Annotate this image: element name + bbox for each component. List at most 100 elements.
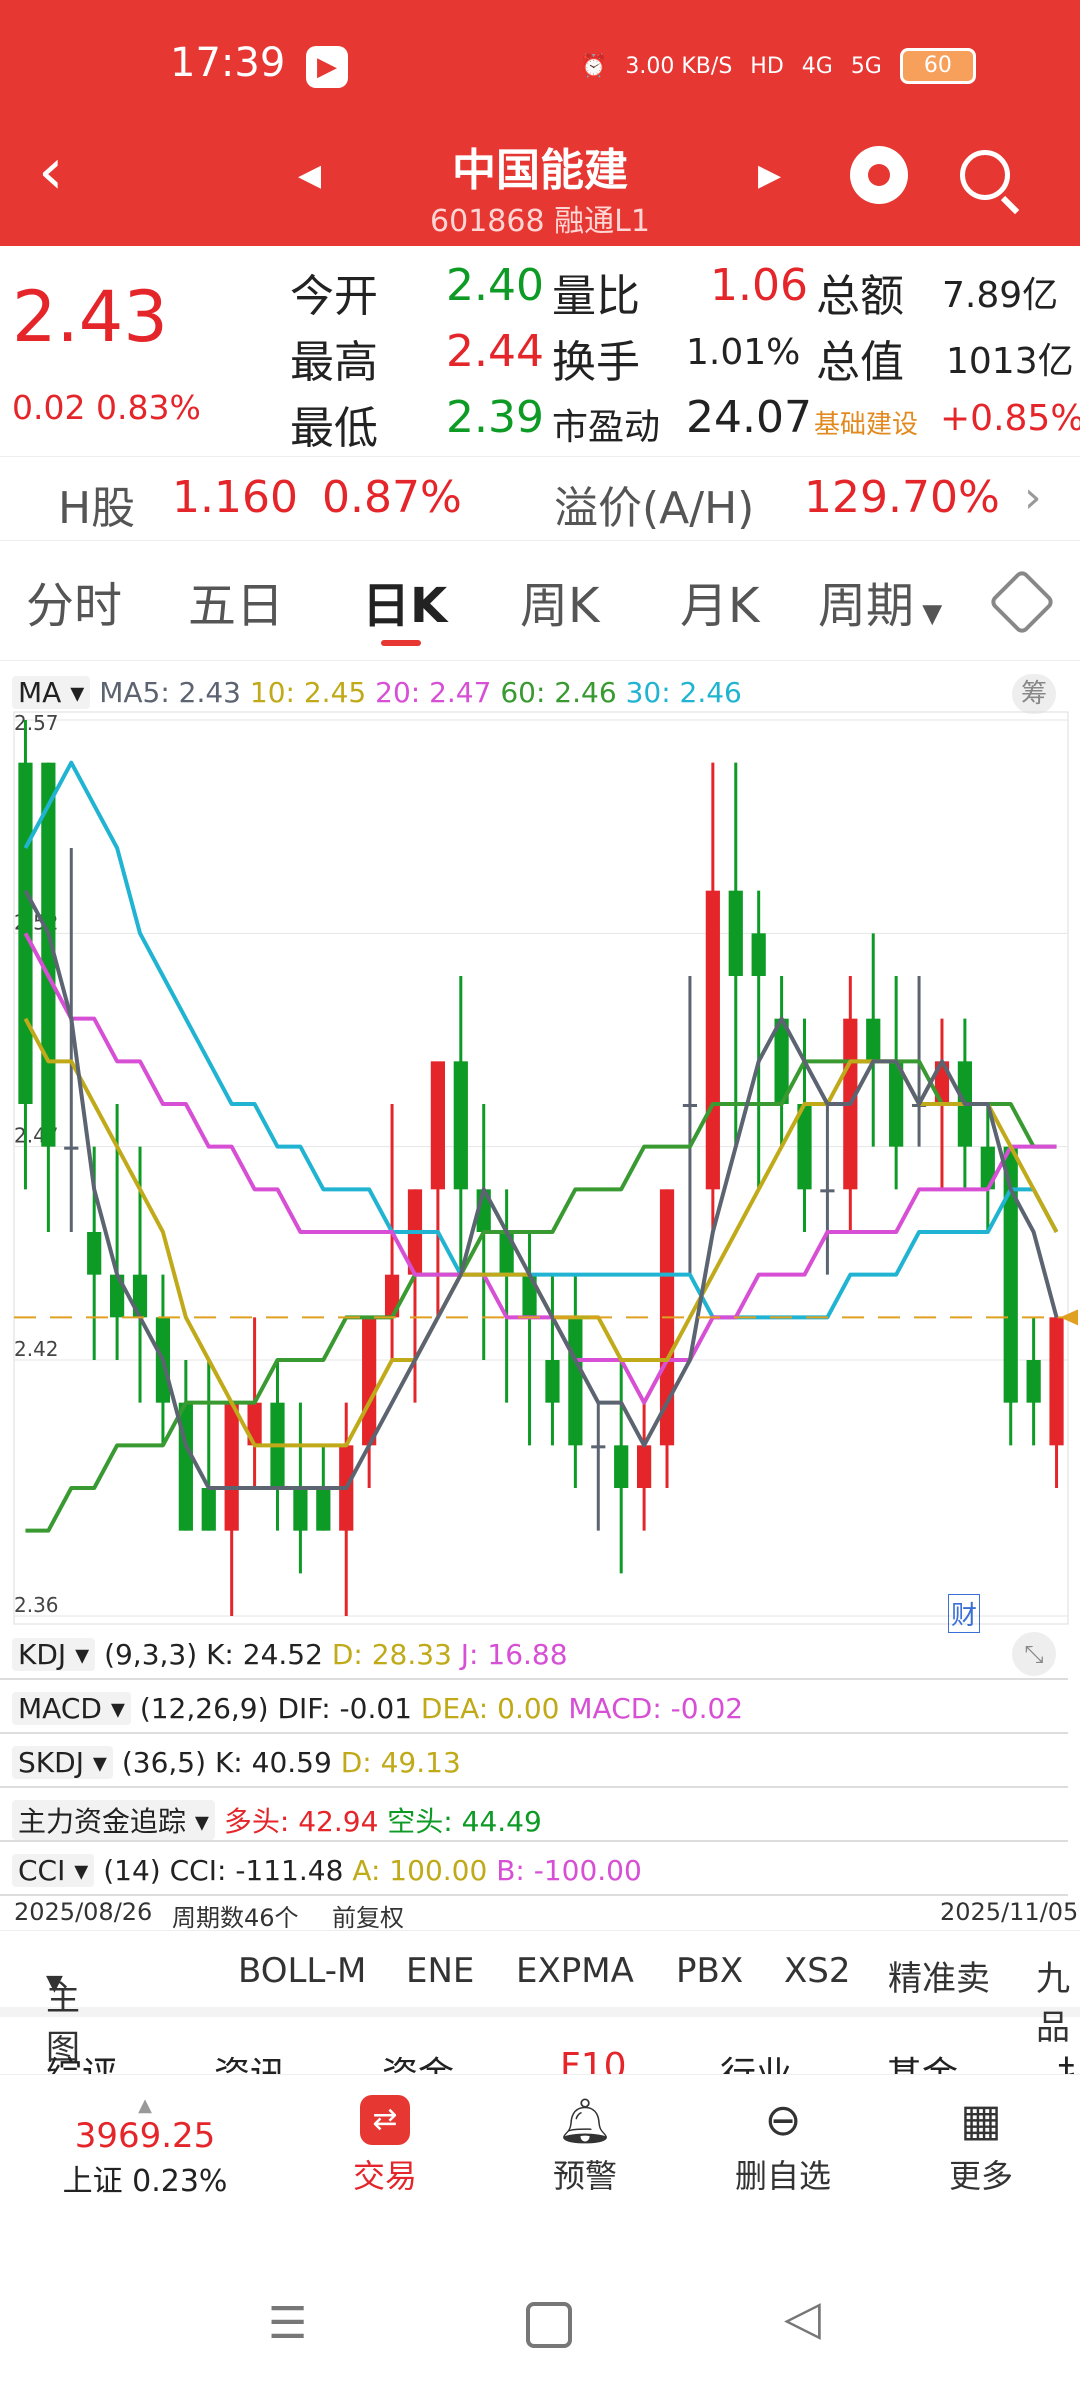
sector-change: +0.85% (940, 398, 1080, 439)
financial-report-icon[interactable]: 财 (948, 1594, 981, 1633)
kdj-selector[interactable]: KDJ ▾ (12, 1638, 96, 1671)
macd-dif: DIF: -0.01 (277, 1692, 412, 1725)
subtab-news[interactable]: 资讯 (214, 2046, 286, 2074)
nav-alert[interactable]: 🔔︎ 预警 (520, 2095, 650, 2197)
kline-chart[interactable]: 2.572.522.472.422.36 (0, 670, 1080, 1630)
macd-dea: DEA: 0.00 (420, 1692, 560, 1725)
tab-period[interactable]: 周期 ▼ (818, 566, 942, 636)
kdj-k: K: 24.52 (206, 1638, 323, 1671)
cci-box-label: CCI (18, 1854, 66, 1887)
subtab-more[interactable]: 扌 (1056, 2046, 1080, 2074)
nav-trade-label: 交易 (352, 2157, 417, 2195)
chevron-down-icon: ▼ (46, 1971, 63, 1996)
candle-body (201, 1488, 216, 1531)
tool-ene[interactable]: ENE (406, 1951, 474, 1991)
fund-bull: 多头: 42.94 (223, 1805, 379, 1838)
turnover-value: 1.01% (686, 332, 801, 373)
cci-row: CCI ▾ (14) CCI: -111.48 A: 100.00 B: -10… (12, 1854, 642, 1887)
pe-value: 24.07 (686, 392, 812, 443)
tab-weekly-k[interactable]: 周K (520, 566, 599, 636)
amount-value: 7.89亿 (942, 275, 1059, 316)
subtab-overview[interactable]: 综评 (46, 2046, 118, 2074)
adjust-type: 前复权 (332, 1904, 404, 1932)
nav-remove-watchlist[interactable]: ⊖ 删自选 (718, 2095, 848, 2197)
macd-row: MACD ▾ (12,26,9) DIF: -0.01 DEA: 0.00 MA… (12, 1692, 743, 1725)
macd-value: MACD: -0.02 (568, 1692, 744, 1725)
fund-selector[interactable]: 主力资金追踪 ▾ (12, 1800, 215, 1840)
mascot-icon[interactable] (850, 146, 908, 204)
candle-body (545, 1360, 560, 1403)
stock-code-value: 601868 (430, 204, 545, 239)
menu-icon[interactable]: ☰ (268, 2298, 307, 2349)
nav-more[interactable]: ▦ 更多 (916, 2095, 1046, 2197)
amount-label: 总额 (816, 271, 904, 322)
next-stock-button[interactable]: ▶ (758, 158, 781, 193)
macd-selector[interactable]: MACD ▾ (12, 1692, 131, 1725)
start-date: 2025/08/26 (14, 1898, 153, 1926)
market-cap-label: 总值 (816, 337, 904, 388)
minus-circle-icon: ⊖ (764, 2095, 802, 2146)
divider (0, 1732, 1068, 1734)
y-tick-label: 2.42 (14, 1337, 59, 1361)
sector-label[interactable]: 基础建设 (814, 404, 918, 441)
tool-expma[interactable]: EXPMA (516, 1951, 634, 1991)
volume-ratio-value: 1.06 (710, 260, 808, 311)
tab-daily-k[interactable]: 日K (362, 566, 447, 636)
caret-up-icon: ▲ (138, 2095, 152, 2116)
pe-label: 市盈动 (552, 407, 661, 448)
index-value: 3969.25 (74, 2116, 216, 2156)
divider (0, 1840, 1068, 1842)
cci-selector[interactable]: CCI ▾ (12, 1854, 95, 1887)
candle-body (751, 933, 766, 976)
candle-body (224, 1402, 239, 1531)
tab-five-day[interactable]: 五日 (188, 566, 284, 636)
candle-body (430, 1061, 445, 1190)
ma5-line (23, 889, 1059, 1490)
net-speed: 3.00 KB/S (625, 53, 733, 79)
nav-remove-label: 删自选 (734, 2157, 831, 2195)
active-tab-indicator (381, 640, 421, 646)
subtab-fund[interactable]: 基金 (886, 2046, 958, 2074)
search-icon[interactable] (960, 150, 1010, 200)
kdj-box-label: KDJ (18, 1638, 67, 1671)
app-notification-icon: ▶ (306, 46, 348, 88)
expand-icon[interactable]: ⤡ (1012, 1632, 1056, 1676)
kdj-j: J: 16.88 (460, 1638, 568, 1671)
subtab-f10[interactable]: F10 (560, 2046, 627, 2074)
cci-value: CCI: -111.48 (169, 1854, 344, 1887)
current-price: 2.43 (12, 276, 168, 358)
candle-body (614, 1445, 629, 1488)
fund-row: 主力资金追踪 ▾ 多头: 42.94 空头: 44.49 (12, 1800, 542, 1840)
tab-intraday[interactable]: 分时 (26, 566, 122, 636)
nav-trade[interactable]: ⇄ 交易 (320, 2095, 450, 2197)
subtab-industry[interactable]: 行业 (720, 2046, 792, 2074)
tab-monthly-k[interactable]: 月K (680, 566, 759, 636)
settings-icon[interactable] (988, 568, 1056, 636)
chart-frame (13, 711, 1069, 1625)
skdj-d: D: 49.13 (340, 1746, 461, 1779)
chart-grid (13, 711, 1069, 1625)
back-nav-icon[interactable]: ◁ (784, 2290, 821, 2346)
skdj-selector[interactable]: SKDJ ▾ (12, 1746, 113, 1779)
period-tabs: 分时 五日 日K 周K 月K 周期 ▼ (0, 540, 1080, 661)
macd-params: (12,26,9) (139, 1692, 269, 1725)
kdj-d: D: 28.33 (331, 1638, 452, 1671)
kdj-row: KDJ ▾ (9,3,3) K: 24.52 D: 28.33 J: 16.88 (12, 1638, 568, 1671)
subtab-funds[interactable]: 资金 (382, 2046, 454, 2074)
candle-body (682, 1104, 698, 1107)
candle-body (316, 1488, 331, 1531)
tool-pbx[interactable]: PBX (676, 1951, 743, 1991)
status-icons: ⏰ 3.00 KB/S HD 4G 5G 60 (580, 48, 976, 84)
turnover-label: 换手 (552, 337, 640, 388)
home-icon[interactable] (526, 2302, 572, 2348)
open-label: 今开 (290, 271, 378, 322)
h-share-row[interactable]: H股 1.160 0.87% 溢价(A/H) 129.70% › (0, 456, 1080, 541)
divider (0, 1786, 1068, 1788)
tool-xs2[interactable]: XS2 (784, 1951, 851, 1991)
bell-icon: 🔔︎ (557, 2096, 613, 2147)
skdj-box-label: SKDJ (18, 1746, 84, 1779)
tool-boll-m[interactable]: BOLL-M (238, 1951, 366, 1991)
tool-precise-sell[interactable]: 精准卖 (888, 1951, 990, 2000)
high-label: 最高 (290, 337, 378, 388)
index-ticker[interactable]: ▲ 3969.25 上证 0.23% (30, 2095, 260, 2200)
